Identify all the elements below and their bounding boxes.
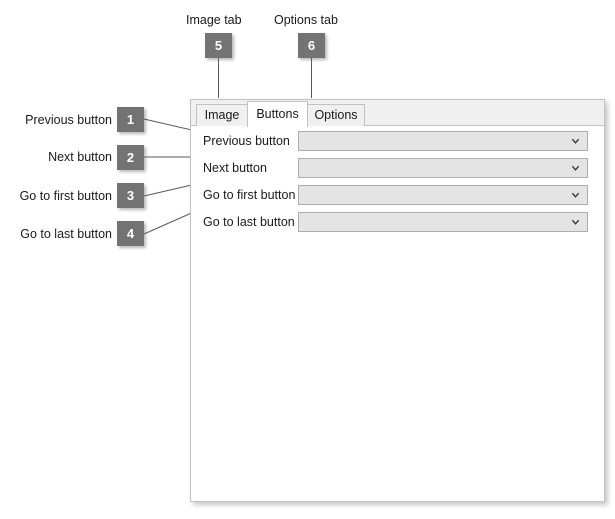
callout-badge-2: 2 bbox=[117, 145, 144, 170]
settings-dialog-panel: Image Buttons Options Previous button Ne… bbox=[190, 99, 605, 502]
combo-next-button[interactable] bbox=[298, 158, 588, 178]
callout-badge-4: 4 bbox=[117, 221, 144, 246]
leader-line-6 bbox=[311, 58, 312, 98]
tab-options[interactable]: Options bbox=[307, 104, 365, 126]
leader-line-5 bbox=[218, 58, 219, 98]
label-previous-button: Previous button bbox=[203, 134, 290, 148]
callout-label-3: Go to first button bbox=[19, 189, 112, 203]
combo-go-to-last-button[interactable] bbox=[298, 212, 588, 232]
callout-badge-1: 1 bbox=[117, 107, 144, 132]
callout-label-1: Previous button bbox=[25, 113, 112, 127]
form-row-previous-button: Previous button bbox=[191, 131, 604, 151]
callout-badge-6: 6 bbox=[298, 33, 325, 58]
callout-badge-5: 5 bbox=[205, 33, 232, 58]
label-next-button: Next button bbox=[203, 161, 267, 175]
tab-image[interactable]: Image bbox=[196, 104, 248, 126]
tab-image-label: Image bbox=[204, 108, 240, 123]
callout-badge-3: 3 bbox=[117, 183, 144, 208]
callout-label-4: Go to last button bbox=[20, 227, 112, 241]
tab-strip: Image Buttons Options bbox=[191, 100, 604, 127]
form-row-go-to-first-button: Go to first button bbox=[191, 185, 604, 205]
tab-buttons-label: Buttons bbox=[256, 107, 299, 122]
chevron-down-icon bbox=[571, 219, 580, 225]
callout-label-2: Next button bbox=[48, 150, 112, 164]
form-row-next-button: Next button bbox=[191, 158, 604, 178]
label-go-to-last-button: Go to last button bbox=[203, 215, 295, 229]
tab-buttons[interactable]: Buttons bbox=[247, 101, 308, 127]
chevron-down-icon bbox=[571, 192, 580, 198]
callout-label-5: Image tab bbox=[186, 13, 242, 27]
chevron-down-icon bbox=[571, 165, 580, 171]
chevron-down-icon bbox=[571, 138, 580, 144]
tab-options-label: Options bbox=[314, 108, 358, 123]
tab-panel-buttons: Previous button Next button Go to first … bbox=[191, 126, 604, 501]
form-row-go-to-last-button: Go to last button bbox=[191, 212, 604, 232]
combo-previous-button[interactable] bbox=[298, 131, 588, 151]
combo-go-to-first-button[interactable] bbox=[298, 185, 588, 205]
callout-label-6: Options tab bbox=[274, 13, 338, 27]
label-go-to-first-button: Go to first button bbox=[203, 188, 296, 202]
